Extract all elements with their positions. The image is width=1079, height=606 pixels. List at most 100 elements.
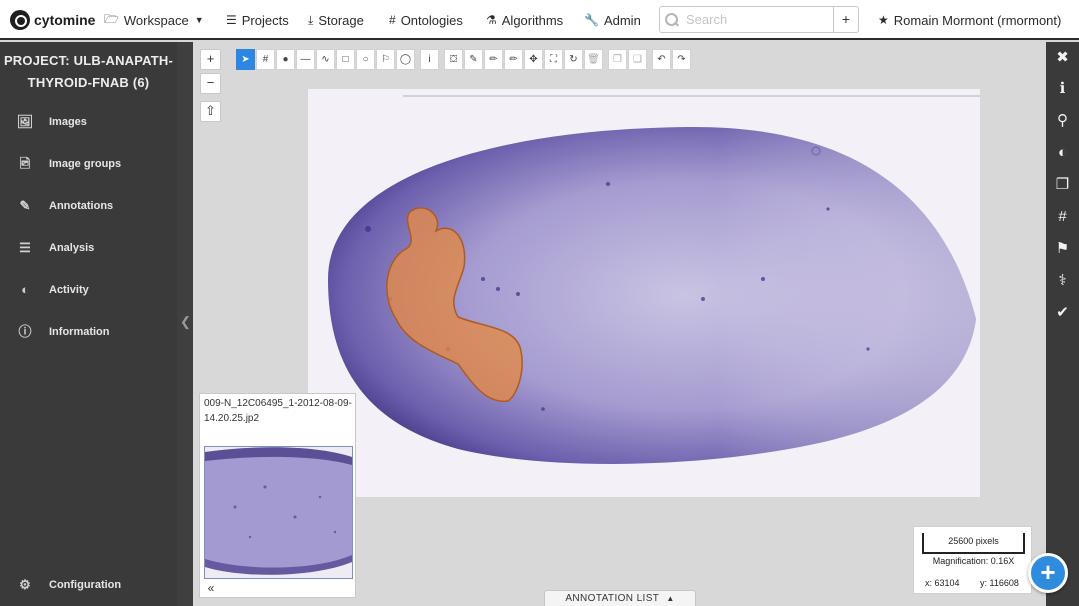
nav-workspace-label: Workspace: [123, 12, 189, 28]
gauge-icon: ◐: [21, 282, 29, 297]
sidebar-item-activity[interactable]: ◐ Activity: [0, 276, 177, 304]
close-viewer-button[interactable]: ✖: [1046, 42, 1079, 74]
undo-button[interactable]: ↶: [652, 49, 671, 70]
scale-bar-label: 25600 pixels: [922, 533, 1025, 553]
correct-add-tool-button[interactable]: ✏: [484, 49, 503, 70]
layers-panel-button[interactable]: ❐: [1046, 169, 1079, 201]
delete-tool-button[interactable]: 🗑: [584, 49, 603, 70]
sidebar-item-label: Activity: [49, 284, 89, 296]
zoom-in-button[interactable]: +: [200, 49, 221, 70]
sidebar-item-configuration[interactable]: ⚙ Configuration: [0, 571, 177, 599]
edit-icon: ✎: [19, 198, 31, 213]
info-tool-button[interactable]: i: [420, 49, 439, 70]
sidebar-item-information[interactable]: ⓘ Information: [0, 318, 177, 346]
slide-image[interactable]: [308, 89, 980, 497]
coord-y: y: 116608: [980, 578, 1019, 588]
nav-algorithms[interactable]: ⚗ Algorithms: [486, 11, 563, 29]
info-panel-button[interactable]: ℹ: [1046, 73, 1079, 105]
add-image-button[interactable]: +: [1028, 553, 1068, 593]
annotation-list-toggle[interactable]: ANNOTATION LIST ▲: [544, 590, 696, 606]
paste-tool-button[interactable]: ❑: [628, 49, 647, 70]
images-icon: 🖻: [19, 156, 31, 171]
tissue-svg: [308, 89, 980, 497]
nav-storage[interactable]: ⤓ Storage: [308, 11, 364, 29]
overview-map[interactable]: [204, 446, 353, 579]
info-icon: ⓘ: [18, 324, 32, 339]
pencil-plus-icon: ✏: [489, 54, 498, 65]
sidebar-collapse-tab[interactable]: ❮: [177, 42, 193, 606]
sidebar-item-analysis[interactable]: ☰ Analysis: [0, 234, 177, 262]
sidebar-item-annotations[interactable]: ✎ Annotations: [0, 192, 177, 220]
tags-panel-button[interactable]: ⚑: [1046, 233, 1079, 265]
nav-algorithms-label: Algorithms: [501, 12, 564, 28]
brand-name: cytomine: [34, 12, 96, 28]
scale-box: 25600 pixels Magnification: 0.16X x: 631…: [913, 526, 1032, 594]
hashtag-icon: #: [1058, 208, 1067, 225]
point-tool-button[interactable]: ●: [276, 49, 295, 70]
line-tool-button[interactable]: —: [296, 49, 315, 70]
sidebar-item-images[interactable]: 🖼 Images: [0, 108, 177, 136]
zoom-out-button[interactable]: −: [200, 73, 221, 94]
ontology-panel-button[interactable]: #: [1046, 201, 1079, 233]
search-input[interactable]: [686, 12, 826, 27]
color-panel-button[interactable]: ◐: [1046, 137, 1079, 169]
freehand-line-tool-button[interactable]: ∿: [316, 49, 335, 70]
nav-projects[interactable]: ☰ Projects: [226, 11, 289, 29]
nav-admin-label: Admin: [603, 12, 641, 28]
tag-icon: ⚑: [1055, 240, 1070, 257]
paste-icon: ❑: [633, 54, 642, 65]
move-tool-button[interactable]: ✥: [524, 49, 543, 70]
nav-ontologies[interactable]: # Ontologies: [389, 11, 463, 29]
search-icon: ⚲: [1057, 112, 1068, 129]
edit-tool-button[interactable]: ✎: [464, 49, 483, 70]
search-add-button[interactable]: +: [834, 6, 859, 33]
sidebar-item-label: Image groups: [49, 158, 122, 170]
rotate-tool-button[interactable]: ↻: [564, 49, 583, 70]
line-icon: —: [300, 54, 311, 65]
copy-icon: ❐: [613, 54, 622, 65]
freehand-polygon-tool-button[interactable]: ◯: [396, 49, 415, 70]
redo-icon: ↷: [677, 54, 686, 65]
nav-workspace[interactable]: 🗁 Workspace ▼: [104, 11, 204, 29]
nav-admin[interactable]: 🔧 Admin: [584, 11, 641, 29]
flask-icon: ⚗: [486, 13, 497, 27]
sidebar-item-label: Information: [49, 326, 110, 338]
contrast-icon: ◐: [1057, 144, 1068, 161]
term-tool-button[interactable]: #: [256, 49, 275, 70]
lasso-icon: ◯: [399, 54, 412, 65]
select-tool-button[interactable]: ➤: [236, 49, 255, 70]
polygon-tool-button[interactable]: ⚐: [376, 49, 395, 70]
rotate-icon: ↻: [569, 54, 578, 65]
nav-storage-label: Storage: [318, 12, 364, 28]
overview-panel: 009-N_12C06495_1-2012-08-09-14.20.25.jp2…: [199, 393, 356, 598]
hashtag-icon: #: [389, 13, 396, 27]
user-menu[interactable]: ★ Romain Mormont (rmormont): [878, 11, 1061, 29]
review-panel-button[interactable]: ✔: [1046, 297, 1079, 329]
fill-tool-button[interactable]: ⛋: [444, 49, 463, 70]
zoom-panel-button[interactable]: ⚲: [1046, 105, 1079, 137]
properties-panel-button[interactable]: ⚕: [1046, 265, 1079, 297]
arrow-up-icon: ⇧: [205, 103, 216, 118]
reset-view-button[interactable]: ⇧: [200, 101, 221, 122]
square-icon: □: [342, 54, 349, 65]
fill-icon: ⛋: [449, 54, 458, 65]
close-icon: ✖: [1056, 49, 1069, 66]
overview-tissue-svg: [205, 447, 352, 578]
trash-icon: 🗑: [587, 54, 600, 65]
microscope-icon: ⚕: [1058, 272, 1067, 289]
rectangle-tool-button[interactable]: □: [336, 49, 355, 70]
copy-icon: ❐: [1055, 176, 1070, 193]
sidebar-item-image-groups[interactable]: 🖻 Image groups: [0, 150, 177, 178]
copy-tool-button[interactable]: ❐: [608, 49, 627, 70]
redo-button[interactable]: ↷: [672, 49, 691, 70]
correct-remove-tool-button[interactable]: ✏: [504, 49, 523, 70]
resize-tool-button[interactable]: ⛶: [544, 49, 563, 70]
overview-image-name: 009-N_12C06495_1-2012-08-09-14.20.25.jp2: [204, 398, 352, 424]
brand[interactable]: cytomine: [10, 9, 95, 31]
overview-collapse-button[interactable]: «: [203, 581, 219, 595]
hashtag-icon: #: [262, 54, 269, 65]
pencil-minus-icon: ✏: [509, 54, 518, 65]
info-icon: ℹ: [1059, 80, 1066, 97]
chevron-left-icon: ❮: [180, 314, 191, 329]
circle-tool-button[interactable]: ○: [356, 49, 375, 70]
